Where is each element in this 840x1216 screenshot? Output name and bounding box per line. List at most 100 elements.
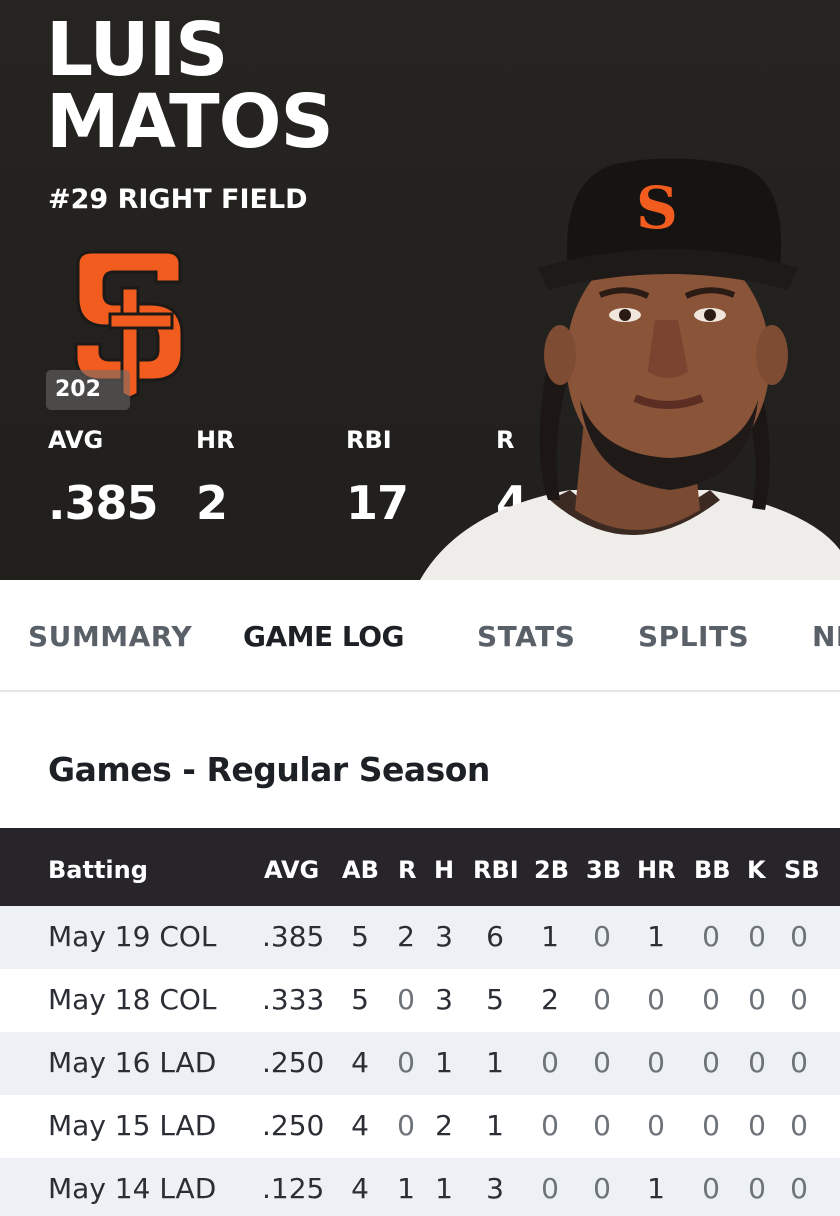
stat-value: 2: [196, 476, 228, 530]
cell-3b: 0: [593, 920, 611, 953]
cell-ab: 4: [351, 1172, 369, 1205]
cell-rbi: 3: [486, 1172, 504, 1205]
game-log-table-header: Batting AVG AB R H RBI 2B 3B HR BB K SB: [0, 828, 840, 906]
cell-bb: 0: [702, 1172, 720, 1205]
cell-k: 0: [748, 920, 766, 953]
stat-label: AVG: [48, 426, 104, 454]
cell-h: 1: [435, 1046, 453, 1079]
cell-3b: 0: [593, 983, 611, 1016]
cell-3b: 0: [593, 1172, 611, 1205]
player-headshot: S: [420, 158, 840, 580]
cell-hr: 0: [647, 983, 665, 1016]
cell-date[interactable]: May 15 LAD: [48, 1109, 216, 1142]
section-title: Games - Regular Season: [48, 750, 490, 789]
header-k[interactable]: K: [747, 856, 766, 884]
cell-2b: 1: [541, 920, 559, 953]
header-batting[interactable]: Batting: [48, 856, 148, 884]
cell-3b: 0: [593, 1046, 611, 1079]
cell-r: 0: [397, 983, 415, 1016]
cell-hr: 1: [647, 1172, 665, 1205]
cell-sb: 0: [790, 983, 808, 1016]
cell-bb: 0: [702, 1109, 720, 1142]
cell-rbi: 5: [486, 983, 504, 1016]
cell-rbi: 1: [486, 1109, 504, 1142]
cell-avg: .385: [262, 920, 325, 953]
cell-3b: 0: [593, 1109, 611, 1142]
cell-2b: 0: [541, 1172, 559, 1205]
cell-h: 3: [435, 920, 453, 953]
cell-rbi: 6: [486, 920, 504, 953]
cell-hr: 0: [647, 1109, 665, 1142]
cell-k: 0: [748, 983, 766, 1016]
cell-avg: .125: [262, 1172, 325, 1205]
cell-2b: 2: [541, 983, 559, 1016]
player-hero: LUIS MATOS #29 RIGHT FIELD 202 AVG .385 …: [0, 0, 840, 580]
cell-k: 0: [748, 1046, 766, 1079]
tab-news[interactable]: NE: [812, 620, 840, 653]
cell-ab: 5: [351, 983, 369, 1016]
cell-h: 1: [435, 1172, 453, 1205]
season-year-badge[interactable]: 202: [46, 370, 130, 410]
tab-game-log[interactable]: GAME LOG: [243, 620, 405, 653]
stat-avg: AVG .385: [48, 426, 158, 530]
table-row[interactable]: May 18 COL .333 5 0 3 5 2 0 0 0 0 0: [0, 969, 840, 1032]
tab-summary[interactable]: SUMMARY: [28, 620, 192, 653]
cell-sb: 0: [790, 1109, 808, 1142]
cell-rbi: 1: [486, 1046, 504, 1079]
cell-r: 0: [397, 1046, 415, 1079]
cell-k: 0: [748, 1172, 766, 1205]
cell-date[interactable]: May 18 COL: [48, 983, 217, 1016]
cell-bb: 0: [702, 983, 720, 1016]
table-row[interactable]: May 14 LAD .125 4 1 1 3 0 0 1 0 0 0: [0, 1158, 840, 1216]
header-2b[interactable]: 2B: [534, 856, 569, 884]
header-3b[interactable]: 3B: [586, 856, 621, 884]
header-hr[interactable]: HR: [637, 856, 676, 884]
cell-avg: .250: [262, 1109, 325, 1142]
player-name: LUIS MATOS: [46, 7, 334, 165]
table-row[interactable]: May 15 LAD .250 4 0 2 1 0 0 0 0 0 0: [0, 1095, 840, 1158]
stat-label: RBI: [346, 426, 392, 454]
cell-avg: .250: [262, 1046, 325, 1079]
stat-rbi: RBI 17: [346, 426, 409, 530]
cell-sb: 0: [790, 1046, 808, 1079]
player-number-position: #29 RIGHT FIELD: [48, 184, 308, 215]
cell-r: 1: [397, 1172, 415, 1205]
cell-r: 0: [397, 1109, 415, 1142]
cell-hr: 1: [647, 920, 665, 953]
tab-splits[interactable]: SPLITS: [638, 620, 749, 653]
stat-label: HR: [196, 426, 235, 454]
cell-date[interactable]: May 16 LAD: [48, 1046, 216, 1079]
cell-date[interactable]: May 19 COL: [48, 920, 217, 953]
table-row[interactable]: May 19 COL .385 5 2 3 6 1 0 1 0 0 0: [0, 906, 840, 969]
cell-h: 2: [435, 1109, 453, 1142]
cell-ab: 4: [351, 1109, 369, 1142]
cell-bb: 0: [702, 1046, 720, 1079]
header-avg[interactable]: AVG: [264, 856, 319, 884]
cell-k: 0: [748, 1109, 766, 1142]
tab-stats[interactable]: STATS: [477, 620, 575, 653]
cell-2b: 0: [541, 1046, 559, 1079]
cell-ab: 4: [351, 1046, 369, 1079]
cell-sb: 0: [790, 920, 808, 953]
cell-sb: 0: [790, 1172, 808, 1205]
cell-date[interactable]: May 14 LAD: [48, 1172, 216, 1205]
player-first-name: LUIS: [46, 7, 228, 93]
stat-value: 17: [346, 476, 409, 530]
player-tabs: SUMMARY GAME LOG STATS SPLITS NE: [0, 580, 840, 692]
header-bb[interactable]: BB: [694, 856, 731, 884]
header-r[interactable]: R: [398, 856, 416, 884]
cell-avg: .333: [262, 983, 325, 1016]
player-last-name: MATOS: [46, 79, 334, 165]
stat-value: .385: [48, 476, 158, 530]
cell-ab: 5: [351, 920, 369, 953]
cell-r: 2: [397, 920, 415, 953]
svg-text:S: S: [636, 174, 678, 242]
table-row[interactable]: May 16 LAD .250 4 0 1 1 0 0 0 0 0 0: [0, 1032, 840, 1095]
cell-h: 3: [435, 983, 453, 1016]
header-ab[interactable]: AB: [342, 856, 379, 884]
stat-hr: HR 2: [196, 426, 235, 530]
header-h[interactable]: H: [434, 856, 454, 884]
header-rbi[interactable]: RBI: [473, 856, 519, 884]
cell-hr: 0: [647, 1046, 665, 1079]
header-sb[interactable]: SB: [784, 856, 820, 884]
